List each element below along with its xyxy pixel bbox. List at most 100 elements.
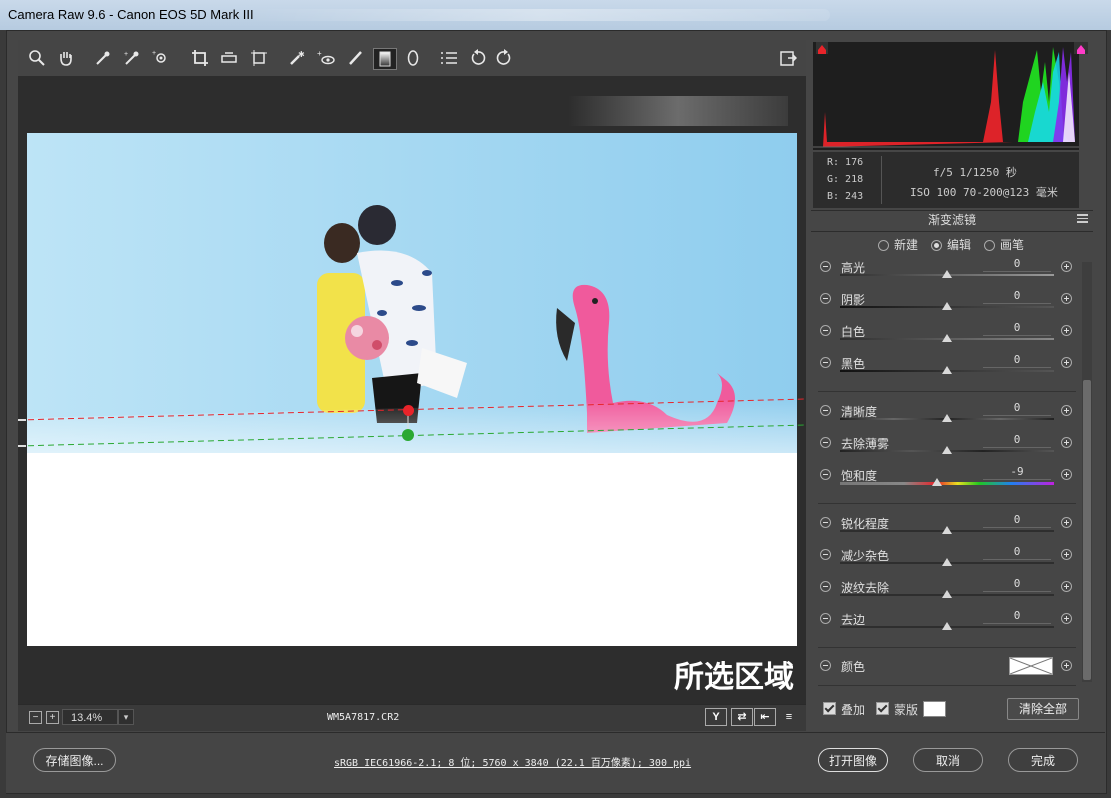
adjustment-brush-icon[interactable] [344, 48, 366, 68]
slider-knob[interactable] [942, 622, 952, 630]
slider-plus-icon[interactable] [1061, 325, 1072, 336]
mode-new-radio[interactable]: 新建 [878, 236, 918, 253]
graduated-filter-guides[interactable] [18, 76, 806, 704]
slider-value-field[interactable]: 0 [983, 545, 1051, 560]
slider-plus-icon[interactable] [1061, 293, 1072, 304]
slider-minus-icon[interactable] [820, 581, 831, 592]
clear-all-button[interactable]: 清除全部 [1007, 698, 1079, 720]
image-canvas[interactable]: 所选区域 [18, 76, 806, 704]
slider-plus-icon[interactable] [1061, 581, 1072, 592]
slider-plus-icon[interactable] [1061, 549, 1072, 560]
slider-minus-icon[interactable] [820, 357, 831, 368]
targeted-adjust-icon[interactable]: + [150, 48, 172, 68]
slider-knob[interactable] [942, 366, 952, 374]
slider-minus-icon[interactable] [820, 261, 831, 272]
workflow-options-link[interactable]: sRGB IEC61966-2.1; 8 位; 5760 x 3840 (22.… [334, 754, 691, 769]
slider-knob[interactable] [942, 590, 952, 598]
overlay-checkbox[interactable] [823, 702, 836, 715]
iso-lens: ISO 100 70-200@123 毫米 [910, 186, 1058, 199]
slider-plus-icon[interactable] [1061, 517, 1072, 528]
slider-value-field[interactable]: -9 [983, 465, 1051, 480]
graduated-filter-icon[interactable] [373, 48, 397, 70]
slider-plus-icon[interactable] [1061, 261, 1072, 272]
slider-track[interactable] [840, 482, 1054, 485]
transform-icon[interactable] [248, 48, 270, 68]
slider-minus-icon[interactable] [820, 517, 831, 528]
slider-knob[interactable] [942, 334, 952, 342]
slider-plus-icon[interactable] [1061, 357, 1072, 368]
slider-value-field[interactable]: 0 [983, 321, 1051, 336]
done-button[interactable]: 完成 [1008, 748, 1078, 772]
rotate-left-icon[interactable] [467, 48, 489, 68]
slider-knob[interactable] [942, 526, 952, 534]
toggle-preview-settings-button[interactable]: ≡ [778, 708, 800, 726]
svg-text:+: + [317, 49, 322, 58]
straighten-icon[interactable] [218, 48, 240, 68]
slider-minus-icon[interactable] [820, 405, 831, 416]
slider-minus-icon[interactable] [820, 437, 831, 448]
slider-row: 白色 0 [813, 321, 1079, 355]
slider-value-field[interactable]: 0 [983, 401, 1051, 416]
slider-plus-icon[interactable] [1061, 469, 1072, 480]
save-image-button[interactable]: 存储图像... [33, 748, 116, 772]
slider-plus-icon[interactable] [1061, 437, 1072, 448]
mask-color-swatch[interactable] [923, 701, 946, 717]
slider-value-field[interactable]: 0 [983, 513, 1051, 528]
slider-value-field[interactable]: 0 [983, 577, 1051, 592]
slider-value-field[interactable]: 0 [983, 353, 1051, 368]
slider-minus-icon[interactable] [820, 325, 831, 336]
panel-scrollbar-thumb[interactable] [1083, 380, 1091, 680]
color-sampler-icon[interactable]: + [121, 48, 143, 68]
slider-knob[interactable] [942, 414, 952, 422]
slider-minus-icon[interactable] [820, 549, 831, 560]
aperture-shutter: f/5 1/1250 秒 [933, 166, 1017, 179]
copy-settings-button[interactable]: ⇤ [754, 708, 776, 726]
slider-plus-icon[interactable] [1061, 613, 1072, 624]
slider-value-field[interactable]: 0 [983, 609, 1051, 624]
spot-removal-icon[interactable]: ✱ [286, 48, 308, 68]
hand-icon[interactable] [55, 48, 77, 68]
mask-checkbox[interactable] [876, 702, 889, 715]
highlight-clipping-warning-icon[interactable] [1074, 42, 1088, 54]
slider-minus-icon[interactable] [820, 469, 831, 480]
green-pin[interactable] [402, 429, 414, 441]
crop-icon[interactable] [189, 48, 211, 68]
slider-minus-icon[interactable] [820, 293, 831, 304]
color-minus-icon[interactable] [820, 660, 831, 671]
slider-value-field[interactable]: 0 [983, 257, 1051, 272]
slider-knob[interactable] [932, 478, 943, 486]
open-image-button[interactable]: 打开图像 [818, 748, 888, 772]
color-swatch[interactable] [1009, 657, 1053, 675]
radial-filter-icon[interactable] [402, 48, 424, 68]
slider-knob[interactable] [942, 446, 952, 454]
color-plus-icon[interactable] [1061, 660, 1072, 671]
slider-row: 去除薄雾 0 [813, 433, 1079, 467]
panel-menu-icon[interactable] [1077, 214, 1088, 223]
zoom-in-button[interactable]: + [46, 711, 59, 724]
slider-minus-icon[interactable] [820, 613, 831, 624]
zoom-dropdown-icon[interactable]: ▾ [118, 709, 134, 725]
red-eye-icon[interactable]: + [315, 48, 337, 68]
cancel-button[interactable]: 取消 [913, 748, 983, 772]
slider-value-field[interactable]: 0 [983, 433, 1051, 448]
shadow-clipping-warning-icon[interactable] [816, 42, 828, 54]
mode-brush-radio[interactable]: 画笔 [984, 236, 1024, 253]
slider-knob[interactable] [942, 270, 952, 278]
slider-knob[interactable] [942, 558, 952, 566]
zoom-icon[interactable] [26, 48, 48, 68]
red-pin[interactable] [403, 405, 414, 416]
overlay-label: 叠加 [841, 703, 866, 717]
white-balance-icon[interactable] [92, 48, 114, 68]
swap-settings-button[interactable]: ⇄ [731, 708, 753, 726]
slider-knob[interactable] [942, 302, 952, 310]
before-after-toggle-button[interactable]: Y [705, 708, 727, 726]
preferences-icon[interactable] [438, 48, 460, 68]
slider-plus-icon[interactable] [1061, 405, 1072, 416]
slider-value-field[interactable]: 0 [983, 289, 1051, 304]
mode-edit-radio[interactable]: 编辑 [931, 236, 971, 253]
zoom-level-field[interactable]: 13.4% [62, 709, 118, 725]
rotate-right-icon[interactable] [493, 48, 515, 68]
fullscreen-icon[interactable] [777, 48, 799, 68]
zoom-out-button[interactable]: − [29, 711, 42, 724]
slider-row: 黑色 0 [813, 353, 1079, 387]
